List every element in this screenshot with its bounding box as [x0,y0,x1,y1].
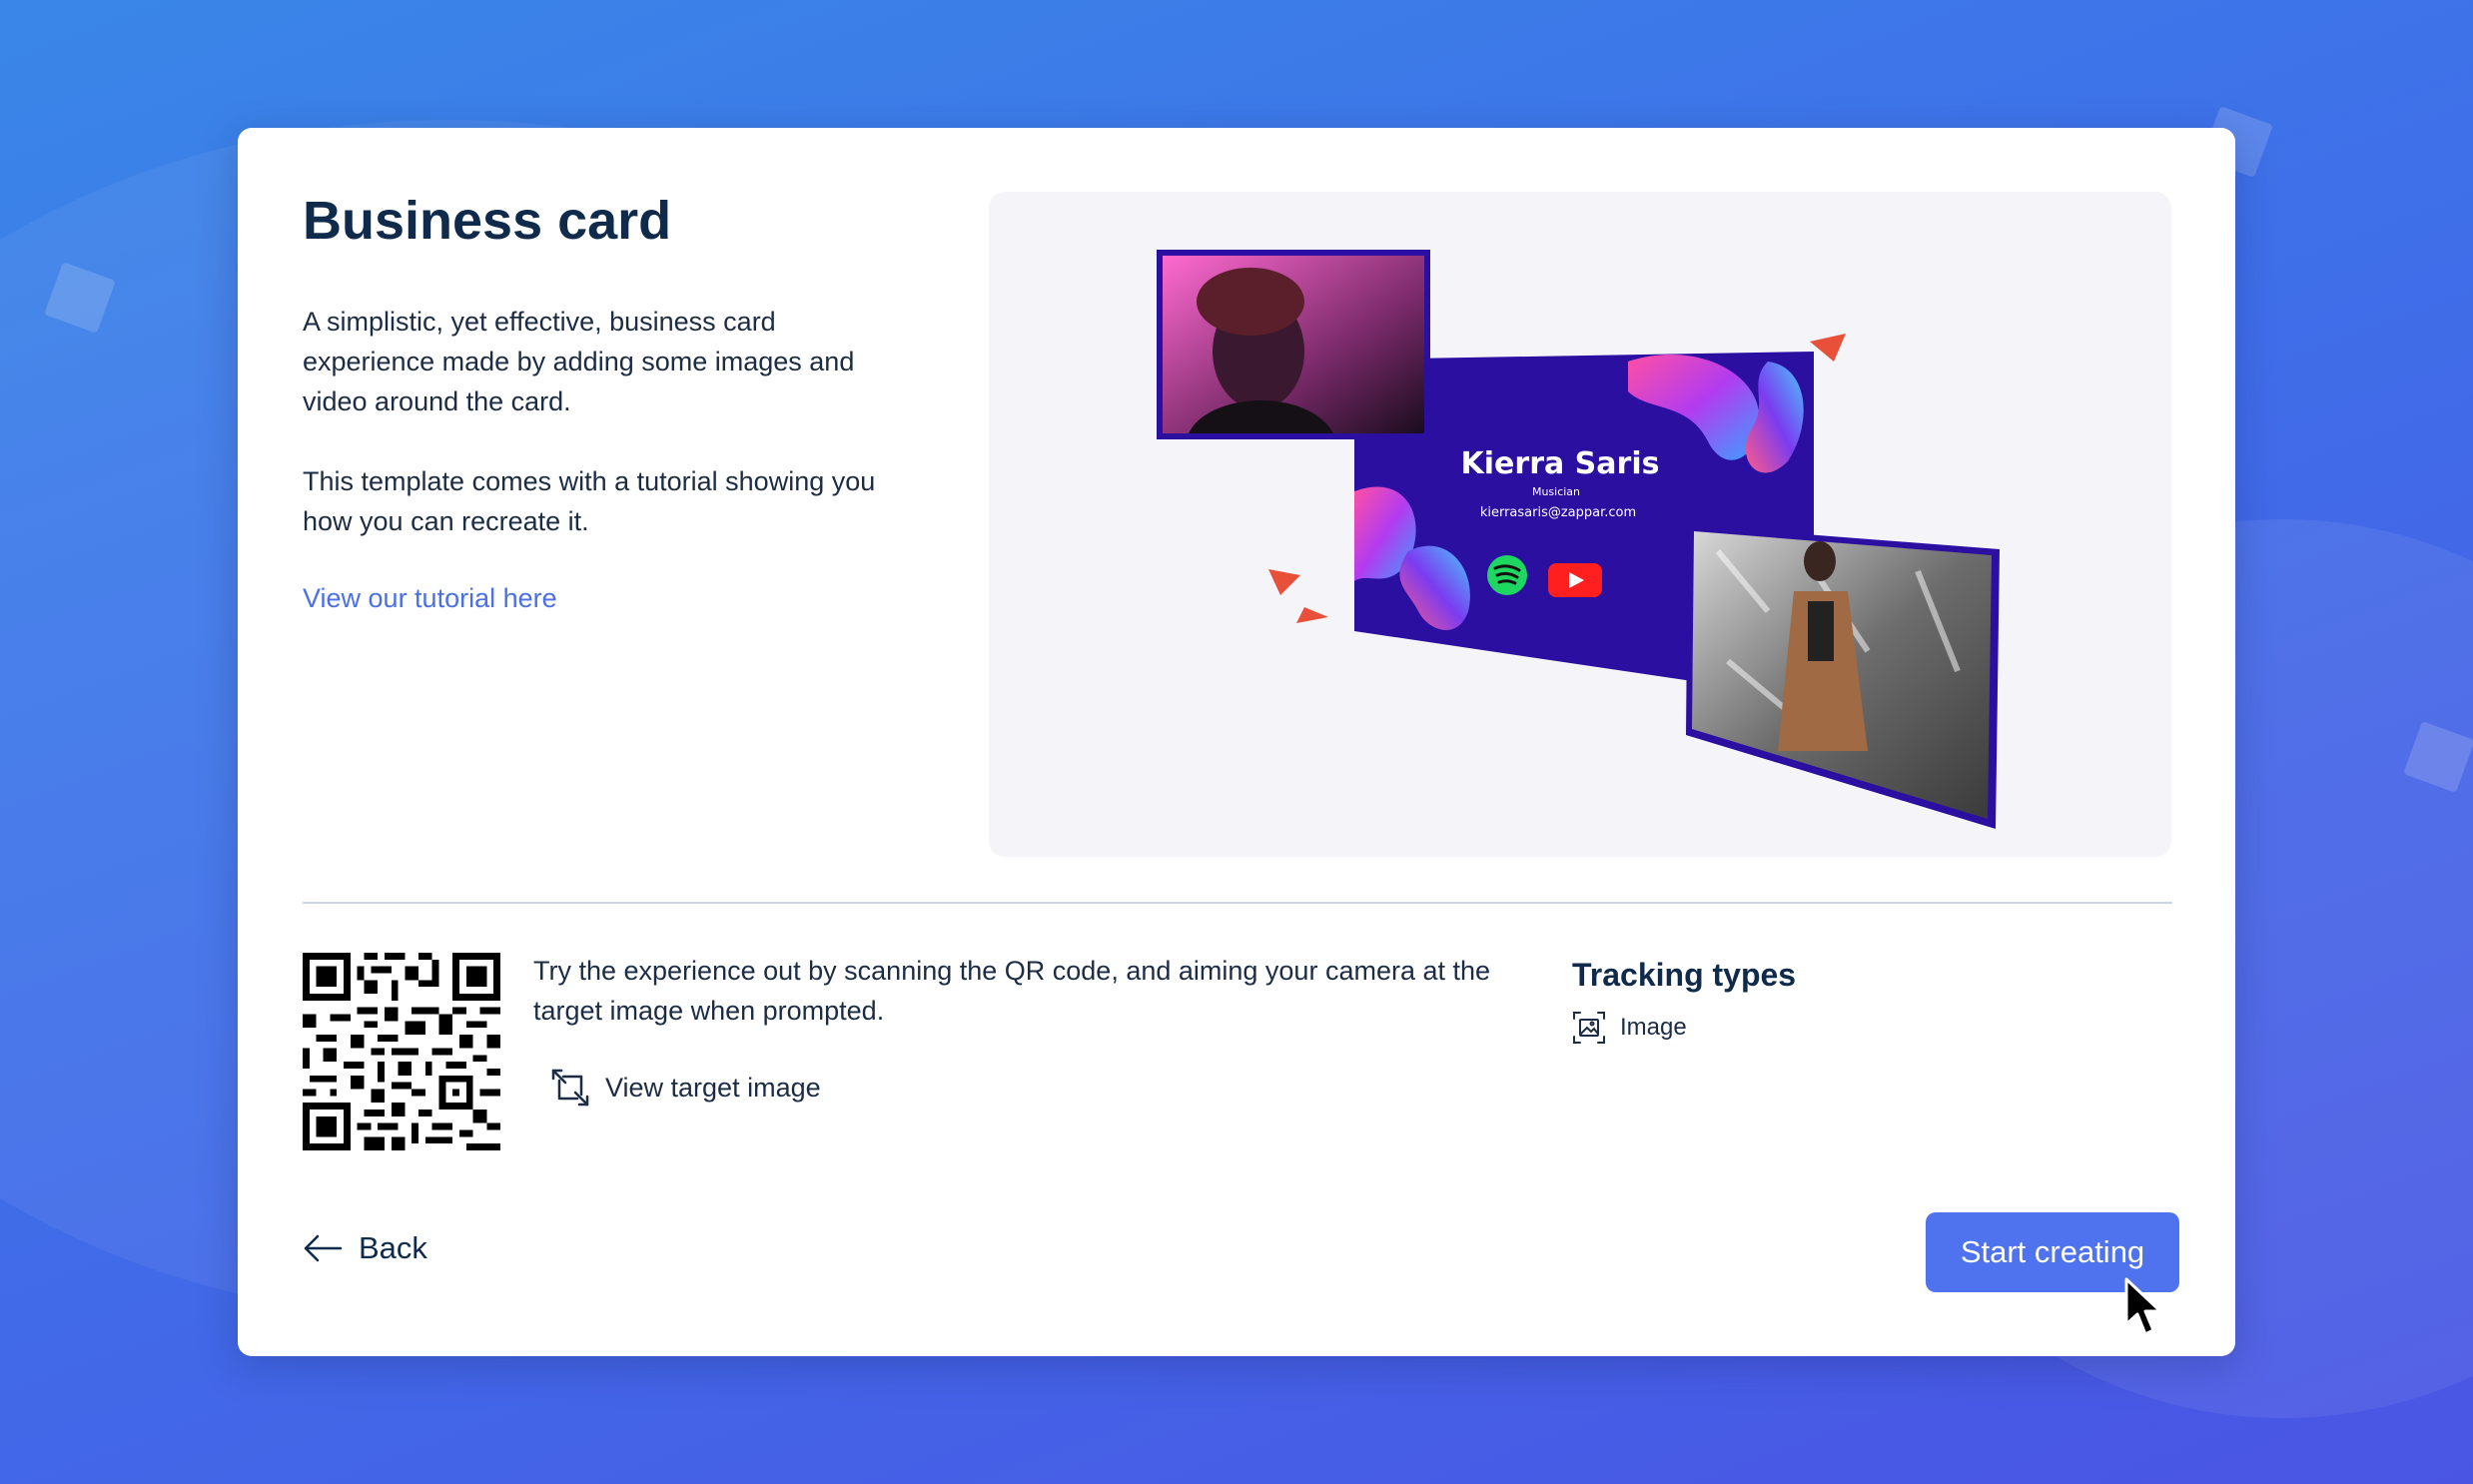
youtube-icon [1548,563,1602,597]
template-detail-card: Business card A simplistic, yet effectiv… [238,128,2235,1356]
decorative-triangle [1268,569,1300,595]
card-email: kierrasaris@zappar.com [1480,505,1636,520]
view-target-image-link[interactable]: View target image [549,1067,821,1109]
section-divider [303,902,2172,904]
back-label: Back [359,1230,427,1265]
tracking-type-label: Image [1620,1014,1687,1041]
decorative-triangle [1296,607,1328,623]
try-experience-instructions: Try the experience out by scanning the Q… [533,956,1491,1026]
preview-illustration: Kierra Saris Musician kierrasaris@zappar… [1157,250,2000,829]
portrait-photo [1157,250,1430,439]
arrow-left-icon [304,1234,343,1262]
tracking-types-heading: Tracking types [1572,957,1797,993]
mouse-pointer-icon [2124,1277,2162,1336]
back-button[interactable]: Back [303,1230,427,1266]
spotify-icon [1487,555,1527,595]
view-target-label: View target image [605,1072,821,1103]
template-title: Business card [303,191,672,251]
image-tracking-icon [1573,1012,1605,1044]
tracking-type-image: Image [1572,1011,1687,1045]
card-role: Musician [1532,485,1580,498]
expand-icon [551,1069,589,1107]
qr-code [303,953,500,1150]
tutorial-link[interactable]: View our tutorial here [303,583,557,614]
template-preview: Kierra Saris Musician kierrasaris@zappar… [989,192,2171,857]
street-photo [1686,525,2000,829]
template-description: A simplistic, yet effective, business ca… [303,307,855,416]
card-name: Kierra Saris [1461,446,1660,481]
decorative-triangle [1810,334,1846,362]
template-description-tutorial: This template comes with a tutorial show… [303,466,876,536]
